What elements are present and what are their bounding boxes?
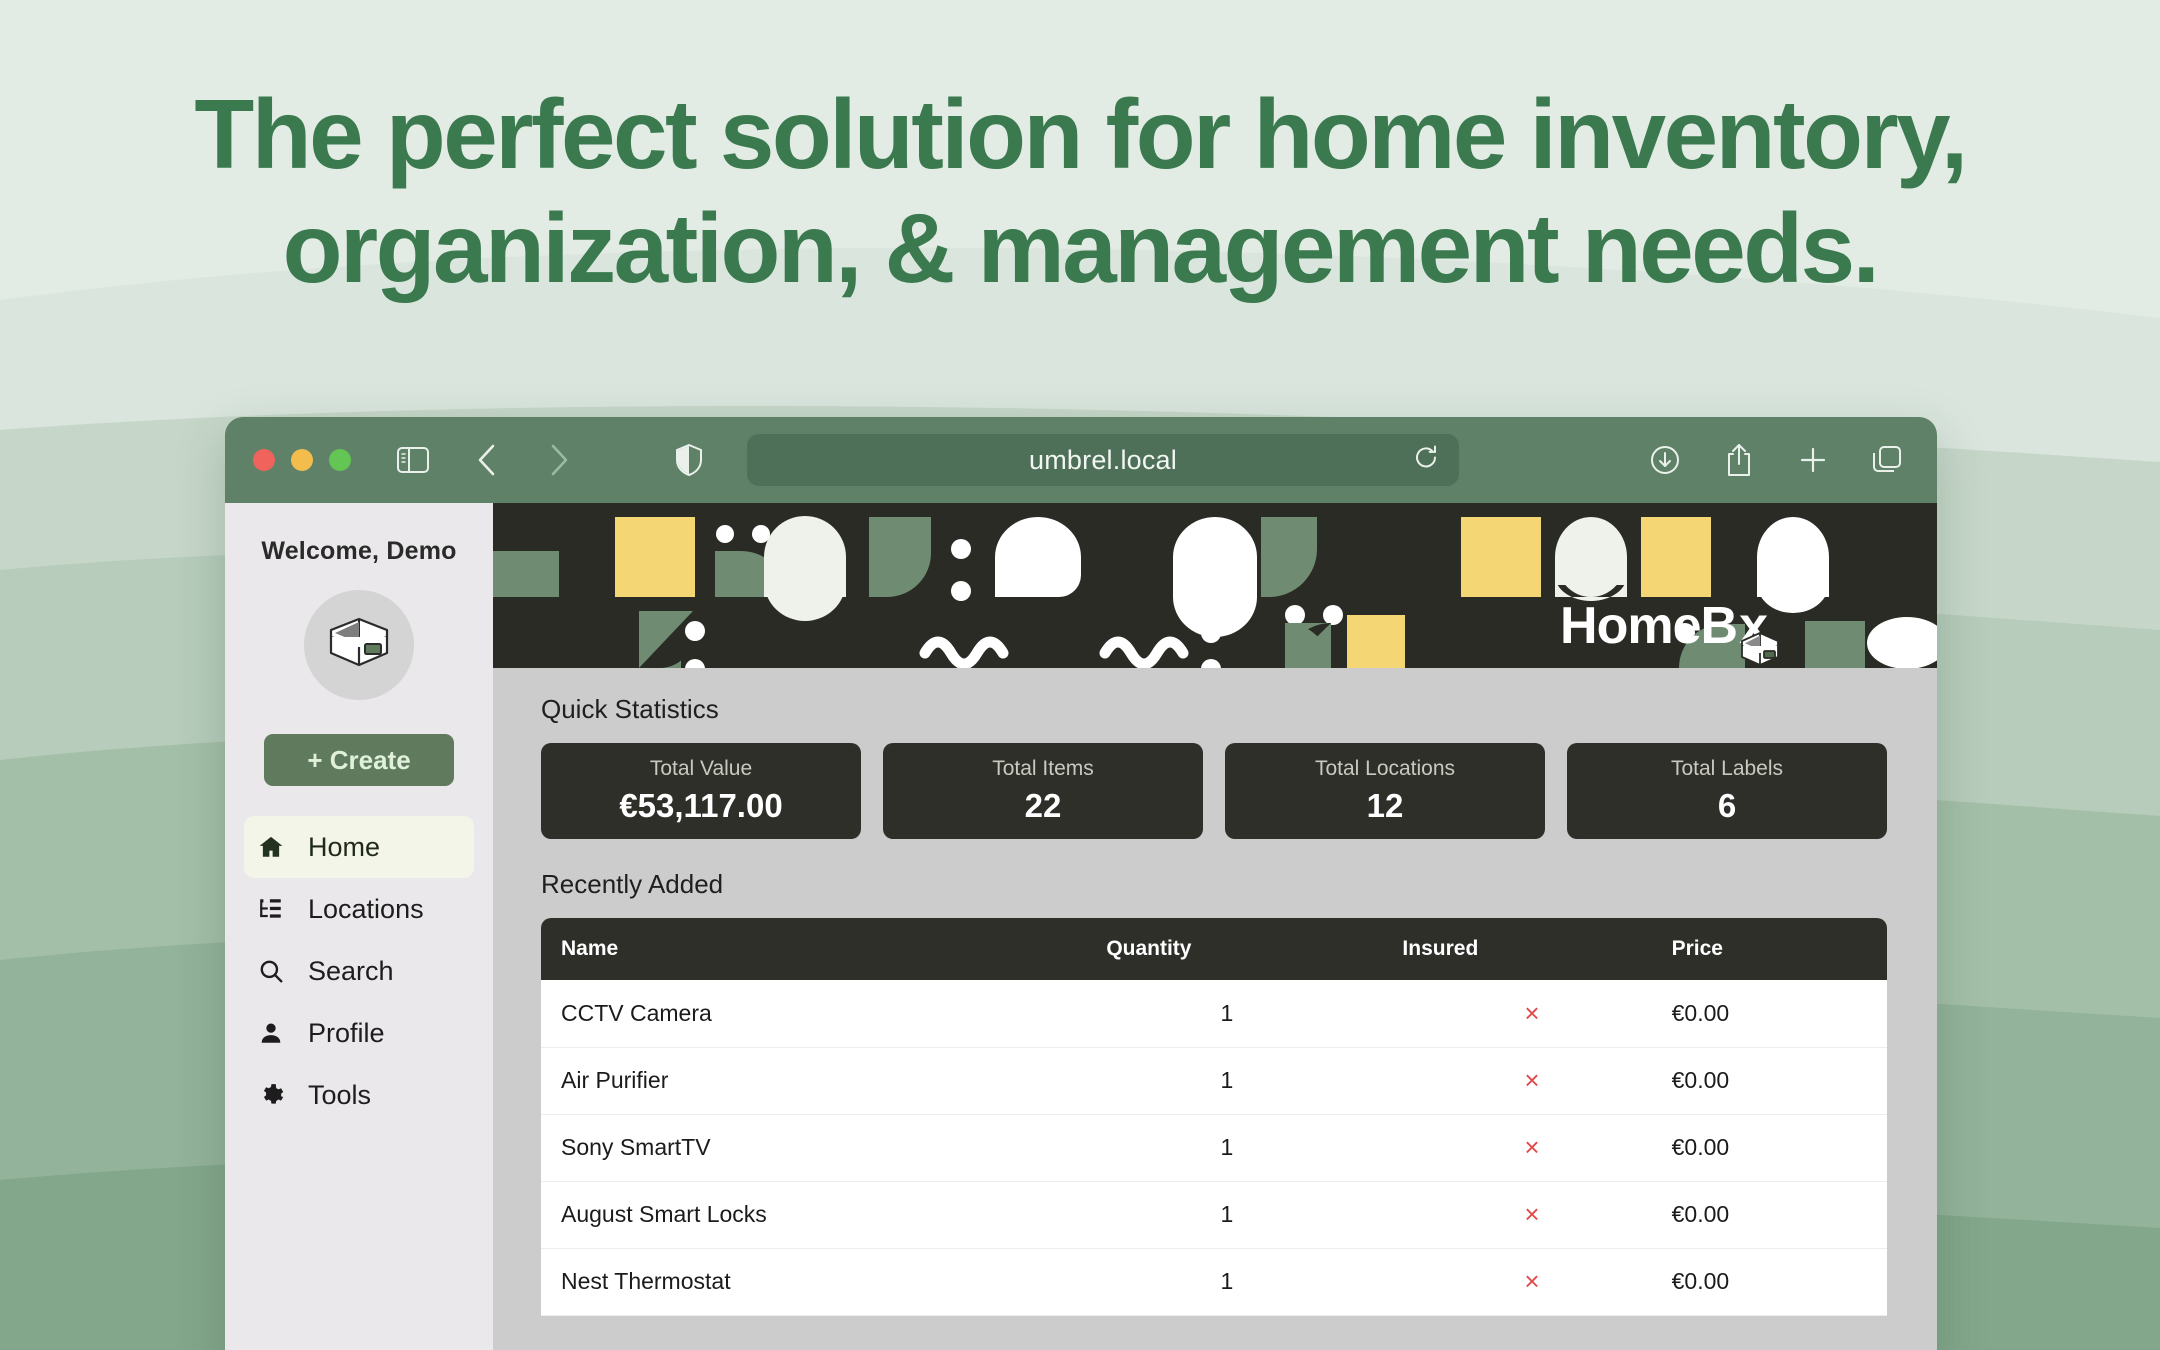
stat-card-total-value[interactable]: Total Value €53,117.00 [541,743,861,839]
gear-icon [256,1082,286,1108]
reload-icon[interactable] [1413,445,1439,476]
cell-price: €0.00 [1671,1134,1730,1160]
cell-name: Air Purifier [561,1067,669,1093]
cell-quantity: 1 [1220,1268,1234,1294]
sidebar-item-label: Tools [308,1079,372,1110]
app-content: Welcome, Demo + Create Home Locations Se… [225,503,1937,1350]
headline-line-2: organization, & management needs. [282,192,1880,303]
table-row[interactable]: Sony SmartTV 1 × €0.00 [541,1114,1887,1181]
sidebar: Welcome, Demo + Create Home Locations Se… [225,503,493,1350]
cell-name: August Smart Locks [561,1201,767,1227]
avatar[interactable] [304,590,414,700]
welcome-text: Welcome, Demo [261,537,457,565]
stat-card-total-locations[interactable]: Total Locations 12 [1225,743,1545,839]
profile-icon [256,1020,286,1046]
sidebar-item-tools[interactable]: Tools [244,1064,474,1126]
headline-line-1: The perfect solution for home inventory, [194,79,1968,189]
cell-quantity: 1 [1220,999,1234,1026]
cell-quantity: 1 [1220,1201,1234,1227]
forward-icon[interactable] [537,438,581,482]
table-row[interactable]: Nest Thermostat 1 × €0.00 [541,1248,1887,1315]
sidebar-nav: Home Locations Search Profile Tools [244,816,474,1126]
sidebar-item-search[interactable]: Search [244,940,474,1002]
share-icon[interactable] [1717,438,1761,482]
stat-label: Total Locations [1314,757,1456,780]
column-header-insured[interactable]: Insured [1402,918,1671,980]
home-icon [256,834,286,860]
table-header-row: Name Quantity Insured Price [541,918,1887,980]
sidebar-item-home[interactable]: Home [244,816,474,878]
stat-value: €53,117.00 [619,787,783,824]
cell-price: €0.00 [1671,1067,1730,1093]
window-controls [253,449,351,471]
cell-price: €0.00 [1671,999,1730,1026]
cell-quantity: 1 [1220,1067,1234,1093]
recently-added-table: Name Quantity Insured Price CCTV Camera … [541,918,1887,1316]
cell-price: €0.00 [1671,1201,1730,1227]
cell-insured: × [1524,1065,1540,1095]
column-header-quantity[interactable]: Quantity [1106,918,1402,980]
address-bar[interactable]: umbrel.local [747,434,1459,486]
stat-card-total-labels[interactable]: Total Labels 6 [1567,743,1887,839]
stat-value: 22 [1024,787,1062,824]
back-icon[interactable] [465,438,509,482]
search-icon [256,958,286,984]
table-row[interactable]: August Smart Locks 1 × €0.00 [541,1181,1887,1248]
main-area: HomeB x Quick Statistics Total Value €53,… [493,503,1937,1350]
logo-text-a: HomeB [1560,597,1738,655]
sidebar-item-profile[interactable]: Profile [244,1002,474,1064]
tab-overview-icon[interactable] [1865,438,1909,482]
cell-price: €0.00 [1671,1268,1730,1294]
sidebar-item-label: Locations [308,893,424,924]
cell-insured: × [1524,1199,1540,1229]
cell-name: Sony SmartTV [561,1134,711,1160]
column-header-price[interactable]: Price [1672,918,1887,980]
stat-value: 6 [1717,787,1737,824]
sidebar-item-label: Home [308,831,381,862]
privacy-shield-icon[interactable] [667,438,711,482]
cell-quantity: 1 [1220,1134,1234,1160]
storage-box-icon [323,613,395,678]
downloads-icon[interactable] [1643,438,1687,482]
page-title: The perfect solution for home inventory,… [0,78,2160,305]
minimize-window-button[interactable] [291,449,313,471]
table-row[interactable]: Air Purifier 1 × €0.00 [541,1047,1887,1114]
recently-added-title: Recently Added [541,869,724,899]
homebox-logo: HomeB x [1560,596,1779,666]
cell-name: CCTV Camera [561,999,712,1026]
cell-insured: × [1524,1132,1540,1162]
new-tab-icon[interactable] [1791,438,1835,482]
stat-label: Total Labels [1670,757,1784,780]
dashboard-panel: Quick Statistics Total Value €53,117.00 … [493,668,1937,1316]
stat-value: 12 [1366,787,1404,824]
url-text: umbrel.local [1029,444,1177,475]
stat-label: Total Value [649,757,753,780]
sidebar-item-locations[interactable]: Locations [244,878,474,940]
column-header-name[interactable]: Name [541,918,1106,980]
sidebar-item-label: Profile [308,1017,385,1048]
close-window-button[interactable] [253,449,275,471]
locations-icon [256,896,286,922]
create-button[interactable]: + Create [264,734,454,786]
stat-card-total-items[interactable]: Total Items 22 [883,743,1203,839]
table-body: CCTV Camera 1 × €0.00 Air Purifier 1 × €… [541,980,1887,1315]
quick-statistics-cards: Total Value €53,117.00 Total Items 22 To… [541,743,1887,839]
sidebar-item-label: Search [308,955,394,986]
cell-insured: × [1524,997,1540,1028]
zoom-window-button[interactable] [329,449,351,471]
quick-statistics-title: Quick Statistics [541,694,719,724]
sidebar-toggle-icon[interactable] [391,438,435,482]
homebox-banner: HomeB x [493,503,1937,668]
stat-label: Total Items [992,757,1094,780]
cell-name: Nest Thermostat [561,1268,731,1294]
table-row[interactable]: CCTV Camera 1 × €0.00 [541,980,1887,1047]
toolbar-right-actions [1613,438,1909,482]
browser-window: umbrel.local Welcome, Demo + Create Home… [225,417,1937,1350]
browser-toolbar: umbrel.local [225,417,1937,503]
cell-insured: × [1524,1266,1540,1296]
